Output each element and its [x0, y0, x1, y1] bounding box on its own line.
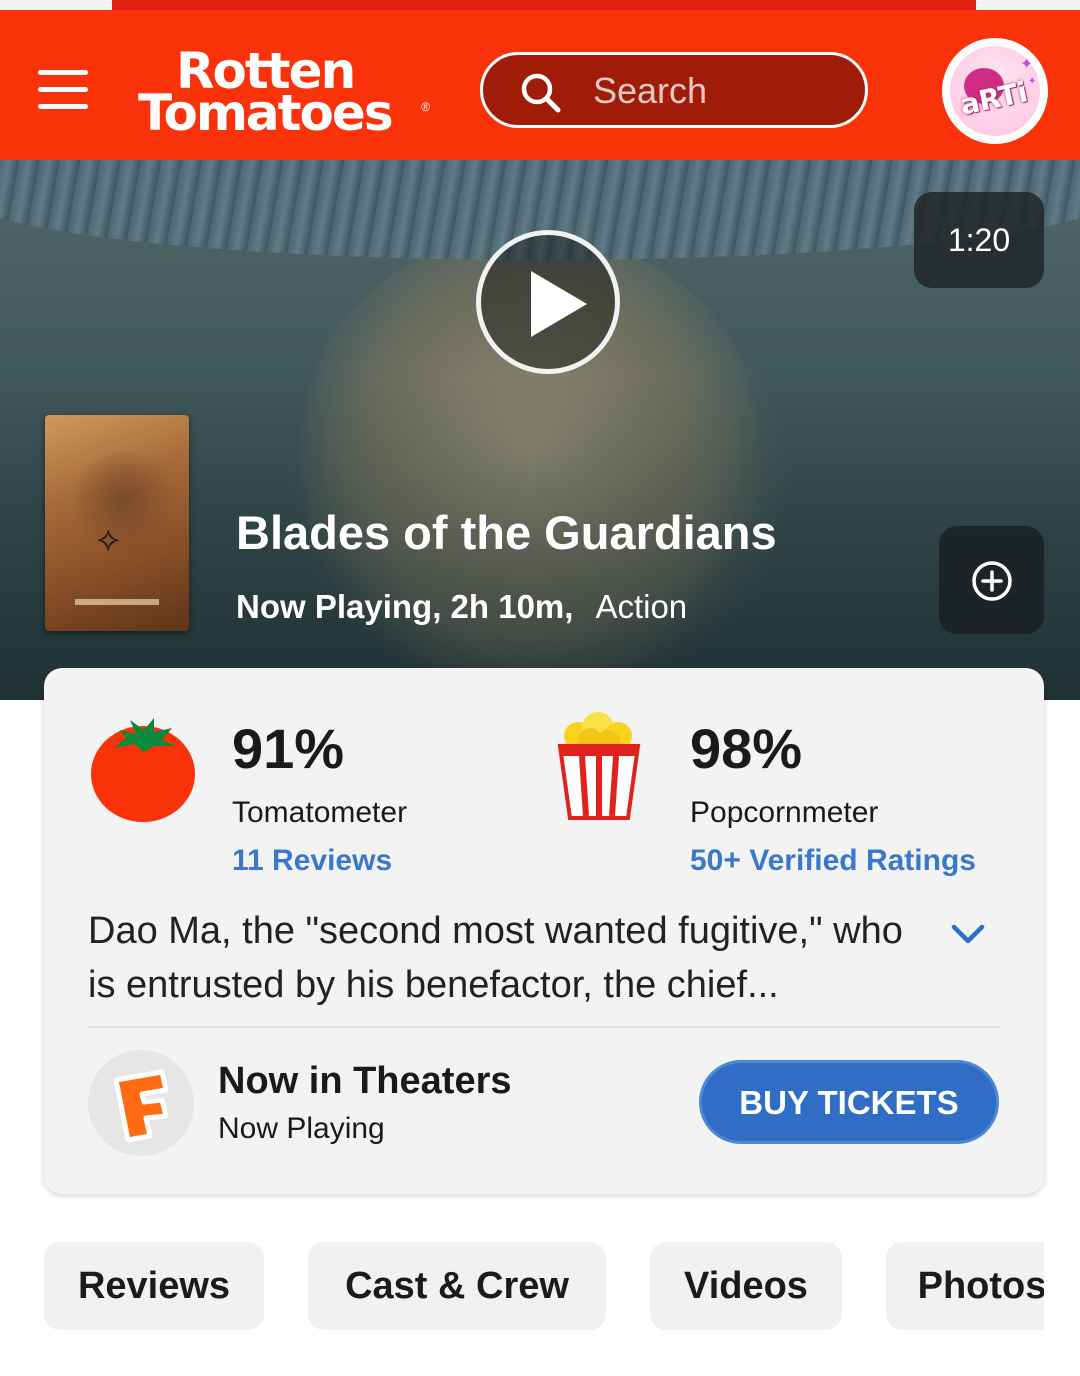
search-icon: [521, 73, 561, 113]
sparkle-icon: ✦: [1028, 76, 1037, 87]
tab-reviews[interactable]: Reviews: [44, 1242, 264, 1330]
user-avatar[interactable]: aRTi ✦ ✦: [942, 38, 1048, 144]
movie-meta: Now Playing, 2h 10m, Action: [236, 588, 687, 626]
plus-circle-icon: [972, 561, 1012, 601]
verified-ratings-link[interactable]: 50+ Verified Ratings: [690, 844, 976, 878]
menu-button[interactable]: [38, 70, 88, 110]
movie-status: Now Playing, 2h 10m,: [236, 588, 574, 625]
sparkle-icon: ✦: [1020, 56, 1034, 73]
theaters-subtitle: Now Playing: [218, 1112, 385, 1145]
tomato-icon: [91, 718, 195, 822]
section-tabs: Reviews Cast & Crew Videos Photos: [0, 1242, 1044, 1332]
tomatometer-score: 91%: [232, 717, 345, 780]
play-icon: [531, 271, 587, 337]
scores-card: 91% Tomatometer 11 Reviews 98% Popcornme…: [44, 668, 1044, 1194]
movie-genre: Action: [595, 588, 688, 625]
search-bar[interactable]: [480, 52, 868, 128]
trailer-duration: 1:20: [914, 192, 1044, 288]
fandango-logo: [88, 1050, 194, 1156]
tab-videos[interactable]: Videos: [650, 1242, 842, 1330]
movie-poster[interactable]: ⟡: [45, 415, 189, 631]
tab-photos[interactable]: Photos: [886, 1242, 1044, 1330]
status-strip: [0, 0, 1080, 10]
play-trailer-button[interactable]: [476, 230, 620, 374]
search-input[interactable]: [591, 65, 845, 117]
hero-trailer: 1:20 ⟡ Blades of the Guardians Now Playi…: [0, 160, 1080, 700]
fandango-icon: [113, 1069, 169, 1143]
site-header: Rotten Tomatoes ® aRTi ✦ ✦: [0, 10, 1080, 160]
logo-registered-mark: ®: [421, 100, 430, 114]
popcornmeter-score: 98%: [690, 717, 803, 780]
buy-tickets-button[interactable]: BUY TICKETS: [699, 1060, 999, 1144]
theaters-title: Now in Theaters: [218, 1060, 512, 1102]
tomatometer-label: Tomatometer: [232, 796, 408, 829]
divider: [88, 1026, 1000, 1028]
popcornmeter-label: Popcornmeter: [690, 796, 879, 829]
reviews-link[interactable]: 11 Reviews: [232, 844, 392, 878]
chevron-down-icon[interactable]: [950, 922, 986, 946]
synopsis-text[interactable]: Dao Ma, the "second most wanted fugitive…: [88, 904, 928, 1012]
movie-title: Blades of the Guardians: [236, 506, 777, 559]
rotten-tomatoes-logo[interactable]: Rotten Tomatoes ®: [138, 46, 438, 142]
popcorn-icon: [557, 712, 641, 820]
add-to-watchlist-button[interactable]: [939, 526, 1044, 634]
logo-line-2: Tomatoes: [138, 84, 394, 142]
tab-cast-crew[interactable]: Cast & Crew: [308, 1242, 606, 1330]
